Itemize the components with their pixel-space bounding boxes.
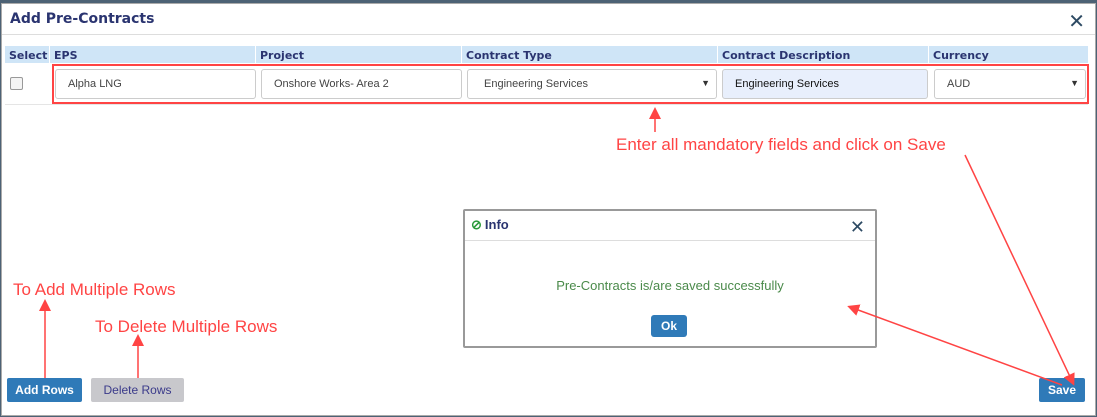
annotation-arrows [39,107,1075,386]
arrow [964,154,1075,386]
arrow [847,304,1063,386]
